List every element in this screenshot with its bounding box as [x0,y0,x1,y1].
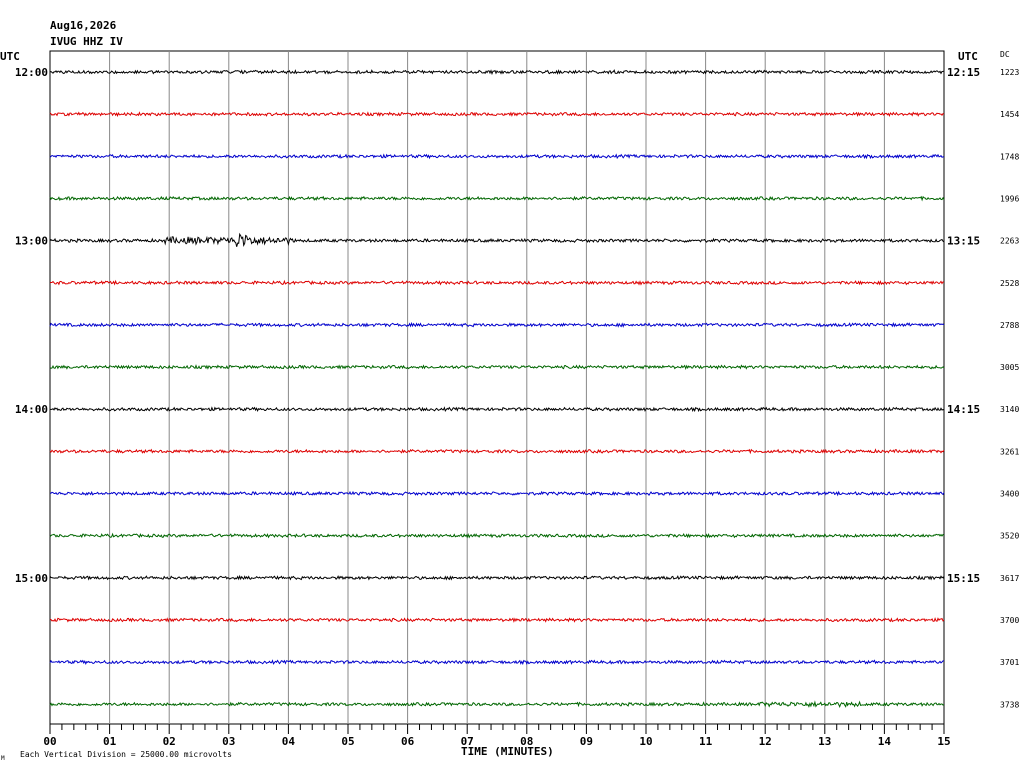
trace-4 [49,195,945,202]
dc-offset-label: 2528 [1000,279,1019,288]
dc-offset-label: 3617 [1000,574,1019,583]
row-end-label: 13:15 [947,235,980,248]
row-start-label: 14:00 [15,403,48,416]
x-axis-label: TIME (MINUTES) [461,745,554,758]
helicorder-plot: 00 01 02 03 04 05 06 07 08 09 10 11 12 13 14 1512:00 12:… [15,50,1019,748]
x-tick-label: 04 [282,735,296,748]
scale-note: Each Vertical Division = 25000.00 microv… [20,750,232,759]
dc-offset-label: 1996 [1000,194,1019,203]
row-start-label: 12:00 [15,66,48,79]
x-tick-label: 06 [401,735,415,748]
dc-offset-label: 3400 [1000,490,1019,499]
x-tick-label: 10 [639,735,652,748]
x-tick-label: 15 [937,735,950,748]
dc-offset-label: 3738 [1000,700,1019,709]
row-end-label: 15:15 [947,572,980,585]
trace-13 [49,574,945,581]
dc-offset-label: 1223 [1000,68,1019,77]
trace-7 [49,321,945,328]
trace-1 [49,69,945,76]
dc-offset-label: 1748 [1000,152,1019,161]
trace-8 [49,364,945,370]
trace-12 [49,532,945,539]
trace-3 [49,153,945,160]
dc-offset-label: 3140 [1000,405,1019,414]
x-tick-label: 00 [43,735,56,748]
trace-11 [49,490,945,497]
dc-offset-label: 2263 [1000,237,1019,246]
x-tick-label: 01 [103,735,117,748]
x-tick-label: 02 [163,735,176,748]
x-tick-label: 11 [699,735,713,748]
x-tick-label: 09 [580,735,593,748]
x-tick-label: 03 [222,735,235,748]
x-tick-label: 05 [341,735,354,748]
plot-frame [49,50,945,725]
trace-6 [49,279,945,286]
row-end-label: 14:15 [947,403,980,416]
trace-16 [49,700,945,708]
trace-9 [49,406,945,413]
x-tick-label: 13 [818,735,831,748]
dc-offset-label: 2788 [1000,321,1019,330]
dc-offset-label: 3261 [1000,447,1019,456]
row-end-label: 12:15 [947,66,980,79]
row-start-label: 13:00 [15,235,48,248]
dc-offset-label: 3005 [1000,363,1019,372]
trace-14 [49,617,945,623]
trace-5 [49,232,945,248]
trace-2 [49,111,945,118]
dc-offset-label: 1454 [1000,110,1019,119]
corner-mark: M [1,755,5,762]
x-tick-label: 14 [878,735,892,748]
x-tick-label: 12 [759,735,772,748]
dc-offset-label: 3700 [1000,616,1019,625]
trace-10 [49,448,945,455]
row-start-label: 15:00 [15,572,48,585]
dc-offset-label: 3701 [1000,658,1019,667]
trace-15 [49,659,944,666]
dc-offset-label: 3520 [1000,532,1019,541]
